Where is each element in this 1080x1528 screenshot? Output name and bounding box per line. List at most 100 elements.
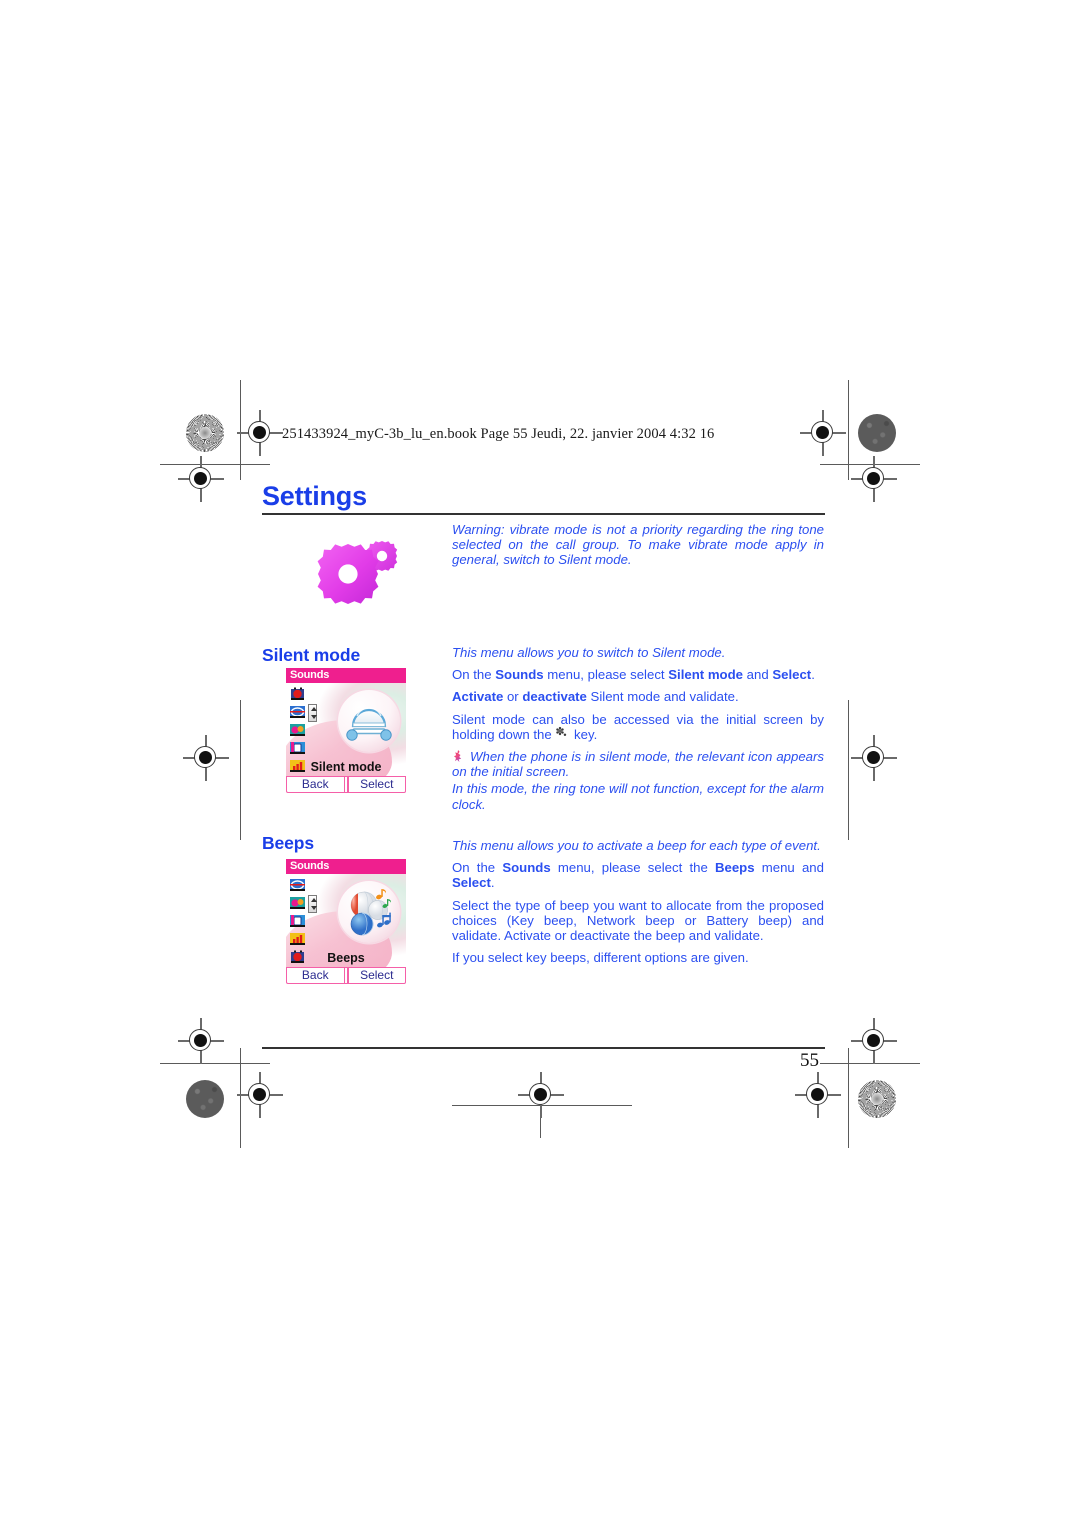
melody-icon[interactable] (289, 722, 309, 738)
run-sounds-bold: Sounds (495, 667, 544, 683)
run-on-the: On the (452, 667, 496, 683)
paragraph-beep-types: Select the type of beep you want to allo… (452, 898, 824, 944)
halftone-burst-dot-top-left (186, 414, 224, 452)
run-shortcut-text: Silent mode can also be accessed via the… (452, 711, 824, 742)
run-on-the: On the (452, 860, 503, 876)
ring-tones-icon[interactable] (289, 704, 309, 720)
vibrate-icon[interactable] (289, 913, 309, 929)
phone-selected-item-label: Silent mode (310, 760, 382, 774)
phone-title-bar: Sounds (286, 668, 406, 683)
page-number: 55 (800, 1050, 819, 1071)
registration-mark-middle-right (851, 735, 897, 781)
star-key-icon (555, 725, 570, 743)
run-menu-select: menu, please select (543, 667, 669, 683)
run-period: . (490, 875, 495, 891)
softkey-back[interactable]: Back (286, 967, 344, 984)
registration-mark-bottom-left (237, 1072, 283, 1118)
paragraph-beeps-intro: This menu allows you to activate a beep … (452, 838, 824, 853)
paragraph-beep-types-text: Select the type of beep you want to allo… (452, 897, 824, 944)
halftone-burst-dot-bottom-right (858, 1080, 896, 1118)
phone-title-bar: Sounds (286, 859, 406, 874)
registration-mark-bottom-center (518, 1072, 564, 1118)
ring-tones-icon[interactable] (289, 877, 309, 893)
title-divider (262, 513, 825, 516)
phone-screenshot-beeps: Sounds Beeps Back Select (286, 859, 406, 985)
crop-line-left-v (240, 700, 242, 840)
warning-line-2: on the call group. To make vibrate mode … (452, 537, 824, 568)
registration-mark-upper-right (851, 456, 897, 502)
run-sounds-bold: Sounds (502, 860, 551, 876)
registration-mark-top-right (800, 410, 846, 456)
warning-text: Warning: vibrate mode is not a priority … (452, 522, 824, 568)
halftone-dark-dot-bottom-left (186, 1080, 224, 1118)
run-and: and (743, 667, 773, 683)
paragraph-menu-path: On the Sounds menu, please select Silent… (452, 667, 824, 682)
crop-line-top-right-v (848, 380, 850, 480)
page-title: Settings (262, 481, 367, 511)
warning-line-3: Silent mode. (558, 552, 632, 568)
section-heading-beeps: Beeps (262, 833, 315, 853)
page-canvas: 251433924_myC-3b_lu_en.book Page 55 Jeud… (0, 0, 1080, 1528)
run-menu-select-the: menu, please select the (550, 860, 715, 876)
registration-mark-top-left (237, 410, 283, 456)
registration-mark-bottom-right (795, 1072, 841, 1118)
warning-block: Warning: vibrate mode is not a priority … (452, 522, 824, 575)
phone-title-label: Sounds (290, 669, 330, 681)
run-select-bold: Select (452, 875, 491, 891)
paragraph-key-beeps-text: If you select key beeps, different optio… (452, 950, 749, 966)
phone-scrollbar[interactable] (308, 895, 317, 913)
alarm-clock-icon[interactable] (289, 686, 309, 702)
registration-mark-lower-right (851, 1018, 897, 1064)
crop-line-bottom-right-v (848, 1048, 850, 1148)
phone-title-label: Sounds (290, 860, 330, 872)
file-header-text: 251433924_myC-3b_lu_en.book Page 55 Jeud… (282, 426, 715, 442)
run-activate-bold: Activate (452, 689, 504, 705)
registration-mark-middle-left (183, 735, 229, 781)
halftone-dark-dot-top-right (858, 414, 896, 452)
crop-line-right-v (848, 700, 850, 840)
run-select-bold: Select (772, 667, 812, 683)
footer-divider (262, 1047, 825, 1050)
registration-mark-upper-left (178, 456, 224, 502)
run-deactivate-bold: deactivate (522, 689, 587, 705)
paragraph-intro: This menu allows you to switch to Silent… (452, 645, 824, 660)
run-or: or (503, 689, 523, 705)
phone-softkey-bar: Back Select (286, 775, 406, 794)
melody-icon[interactable] (289, 895, 309, 911)
run-silent-mode-bold: Silent mode (668, 667, 743, 683)
run-validate: Silent mode and validate. (586, 689, 739, 705)
paragraph-shortcut: Silent mode can also be accessed via the… (452, 711, 824, 743)
softkey-divider (343, 966, 349, 985)
softkey-select[interactable]: Select (348, 776, 406, 793)
volume-icon[interactable] (289, 931, 309, 947)
run-beeps-bold: Beeps (714, 860, 755, 876)
paragraph-beeps-menu-path: On the Sounds menu, please select the Be… (452, 860, 824, 890)
paragraph-note-2: In this mode, the ring tone will not fun… (452, 781, 824, 811)
paragraph-intro-text: This menu allows you to switch to Silent… (452, 645, 726, 660)
note-sparkle-icon (452, 750, 466, 763)
silent-mode-body: This menu allows you to switch to Silent… (452, 645, 824, 812)
phone-screen: Sounds (286, 668, 406, 776)
beeps-graphic (338, 881, 400, 943)
phone-scrollbar[interactable] (308, 704, 317, 722)
softkey-back[interactable]: Back (286, 776, 344, 793)
paragraph-beeps-intro-text: This menu allows you to activate a beep … (452, 838, 821, 853)
paragraph-activate: Activate or deactivate Silent mode and v… (452, 689, 824, 704)
vibrate-icon[interactable] (289, 740, 309, 756)
phone-softkey-bar: Back Select (286, 966, 406, 985)
beeps-body: This menu allows you to activate a beep … (452, 838, 824, 965)
phone-screenshot-silent-mode: Sounds Silent mode Back Select (286, 668, 406, 794)
silent-mode-graphic (338, 690, 400, 752)
softkey-divider (343, 775, 349, 794)
run-period: . (811, 667, 815, 683)
registration-mark-lower-left (178, 1018, 224, 1064)
softkey-select[interactable]: Select (348, 967, 406, 984)
phone-screen: Sounds (286, 859, 406, 967)
gears-icon (306, 532, 414, 608)
run-note-text: When the phone is in silent mode, the re… (452, 749, 824, 780)
paragraph-key-beeps: If you select key beeps, different optio… (452, 950, 824, 965)
section-heading-silent-mode: Silent mode (262, 645, 361, 665)
paragraph-note: When the phone is in silent mode, the re… (452, 749, 824, 779)
run-note2-text: In this mode, the ring tone will not fun… (452, 781, 824, 812)
run-menu-and: menu and (754, 860, 824, 876)
